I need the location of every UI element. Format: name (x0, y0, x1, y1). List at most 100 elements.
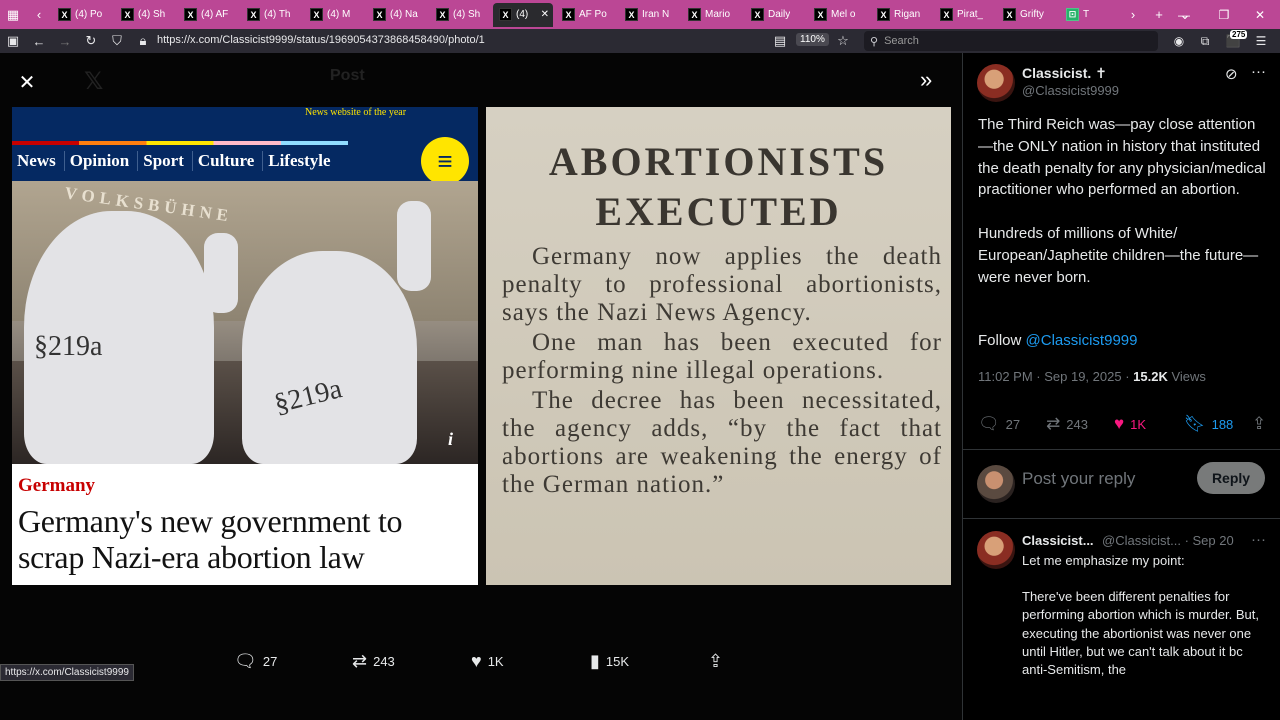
browser-tab-label: Daily (768, 9, 791, 20)
protest-photo: VOLKSBÜHNE §219a §219a i (12, 181, 478, 464)
close-icon[interactable]: ✕ (12, 67, 42, 97)
tab-scroll-left-icon[interactable]: ‹ (26, 0, 52, 29)
browser-tab-label: Grifty (1020, 9, 1044, 20)
notification-badge: 275 (1230, 30, 1248, 39)
back-button[interactable]: ← (26, 29, 52, 53)
tab-scroll-right-icon[interactable]: › (1120, 0, 1146, 29)
avatar (977, 465, 1015, 503)
timestamp[interactable]: 11:02 PM · Sep 19, 2025 (978, 369, 1122, 384)
browser-tab[interactable]: X (4) Na (367, 3, 427, 27)
repost-button[interactable]: ⇄ 243 (1046, 414, 1088, 434)
repost-icon: ⇄ (1046, 414, 1061, 433)
reply-author-name[interactable]: Classicist... (1022, 533, 1094, 548)
browser-tab[interactable]: X Iran N (619, 3, 679, 27)
clipping-paragraph: Germany now applies the death penalty to… (502, 243, 942, 326)
browser-tab[interactable]: X (4) Po (52, 3, 112, 27)
like-count: 1K (1130, 416, 1146, 432)
browser-tab[interactable]: X (4) AF (178, 3, 238, 27)
protester-suit (242, 251, 417, 464)
browser-tab[interactable]: X (4) ✕ (493, 2, 553, 27)
views-count: 15.2K (1133, 369, 1168, 384)
reply-button[interactable]: 🗨︎ 27 (234, 651, 277, 672)
browser-tab-label: (4) Sh (453, 9, 481, 20)
browser-tab-label: (4) AF (201, 9, 229, 20)
news-article-image[interactable]: News website of the year News Opinion Sp… (12, 107, 478, 585)
newspaper-clipping-image[interactable]: ABORTIONISTS EXECUTED Germany now applie… (486, 107, 951, 585)
reply-author-handle[interactable]: @Classicist... (1102, 533, 1181, 548)
photo-viewer: ✕ 𝕏 Post » News website of the year News… (0, 53, 962, 720)
author-handle[interactable]: @Classicist9999 (1022, 83, 1119, 98)
browser-tab-label: (4) Sh (138, 9, 166, 20)
bookmark-button[interactable]: 🔖︎ 188 (1184, 414, 1233, 434)
reply-input[interactable]: Post your reply (1022, 469, 1135, 489)
account-icon[interactable]: ◉ (1168, 31, 1190, 51)
reply-button[interactable]: 🗨︎ 27 (978, 414, 1020, 434)
window-close-button[interactable]: ✕ (1240, 0, 1280, 29)
minimize-button[interactable]: — (1164, 0, 1204, 29)
x-favicon-icon: X (184, 8, 197, 21)
browser-tab-label: (4) (516, 9, 529, 20)
browser-tab[interactable]: X (4) Sh (430, 3, 490, 27)
browser-tab[interactable]: X Grifty (997, 3, 1057, 27)
bookmark-star-icon[interactable]: ☆ (830, 29, 856, 53)
browser-tab[interactable]: X Daily (745, 3, 805, 27)
status-link-tooltip: https://x.com/Classicist9999 (0, 664, 134, 681)
repost-count: 243 (373, 654, 395, 669)
browser-tab[interactable]: X (4) Th (241, 3, 301, 27)
browser-tab[interactable]: X Mario (682, 3, 742, 27)
browser-tab[interactable]: X Rigan (871, 3, 931, 27)
avatar[interactable] (977, 64, 1015, 102)
browser-tab[interactable]: X Pirat_ (934, 3, 994, 27)
browser-tab-label: Mel o (831, 9, 856, 20)
x-favicon-icon: X (121, 8, 134, 21)
maximize-button[interactable]: ❐ (1204, 0, 1244, 29)
news-nav-item: Opinion (65, 151, 139, 171)
heart-icon: ♥ (471, 651, 482, 671)
forward-button[interactable]: → (52, 29, 78, 53)
browser-tab-label: (4) Na (390, 9, 418, 20)
repost-button[interactable]: ⇄ 243 (352, 651, 395, 672)
menu-icon[interactable]: ☰ (1250, 31, 1272, 51)
search-input[interactable]: ⚲ Search (864, 31, 1158, 51)
bookmark-count: 188 (1211, 416, 1234, 432)
avatar[interactable] (977, 531, 1015, 569)
share-button[interactable]: ⇪ (708, 651, 723, 672)
browser-tab[interactable]: X (4) Sh (115, 3, 175, 27)
more-options-icon[interactable]: ··· (1251, 63, 1266, 80)
browser-tab[interactable]: ⊡ T (1060, 3, 1120, 27)
news-nav-item: News (17, 151, 65, 171)
expand-panel-icon[interactable]: » (920, 67, 932, 93)
browser-tab-label: (4) Po (75, 9, 103, 20)
reply-paragraph: Let me emphasize my point: (1022, 553, 1185, 568)
share-button[interactable]: ⇪ (1252, 414, 1266, 434)
reload-button[interactable]: ↻ (78, 29, 104, 53)
repost-icon: ⇄ (352, 651, 368, 671)
reply-submit-button[interactable]: Reply (1197, 462, 1265, 494)
like-button[interactable]: ♥ 1K (471, 651, 504, 672)
zoom-level[interactable]: 110% (796, 33, 829, 46)
browser-tab[interactable]: X (4) M (304, 3, 364, 27)
sidebar-toggle-icon[interactable]: ▣ (0, 29, 26, 53)
news-header: News website of the year News Opinion Sp… (12, 107, 478, 185)
grok-icon[interactable]: ⊘ (1225, 65, 1238, 83)
tab-overview-icon[interactable]: ▦ (0, 0, 26, 29)
address-bar[interactable]: https://x.com/Classicist9999/status/1969… (157, 34, 485, 46)
browser-tab-label: Pirat_ (957, 9, 984, 20)
more-options-icon[interactable]: ··· (1251, 531, 1266, 548)
views-button[interactable]: ▮ 15K (590, 651, 629, 672)
follow-mention-link[interactable]: @Classicist9999 (1026, 332, 1138, 349)
reader-view-icon[interactable]: ▤ (767, 29, 793, 53)
tweet-actions: 🗨︎ 27 ⇄ 243 ♥ 1K 🔖︎ 188 ⇪ (978, 414, 1273, 438)
browser-tab-label: (4) Th (264, 9, 291, 20)
x-favicon-icon: X (436, 8, 449, 21)
author-name[interactable]: Classicist. ✝ (1022, 65, 1107, 82)
browser-tab[interactable]: X AF Po (556, 3, 616, 27)
extensions-icon[interactable]: ⧉ (1194, 31, 1216, 51)
tab-close-icon[interactable]: ✕ (541, 9, 549, 20)
shield-icon[interactable]: ⛉ (104, 29, 130, 53)
share-icon: ⇪ (1252, 414, 1267, 433)
browser-tab-label: Iran N (642, 9, 670, 20)
browser-tab-label: (4) M (327, 9, 351, 20)
like-button[interactable]: ♥ 1K (1114, 414, 1146, 434)
browser-tab[interactable]: X Mel o (808, 3, 868, 27)
